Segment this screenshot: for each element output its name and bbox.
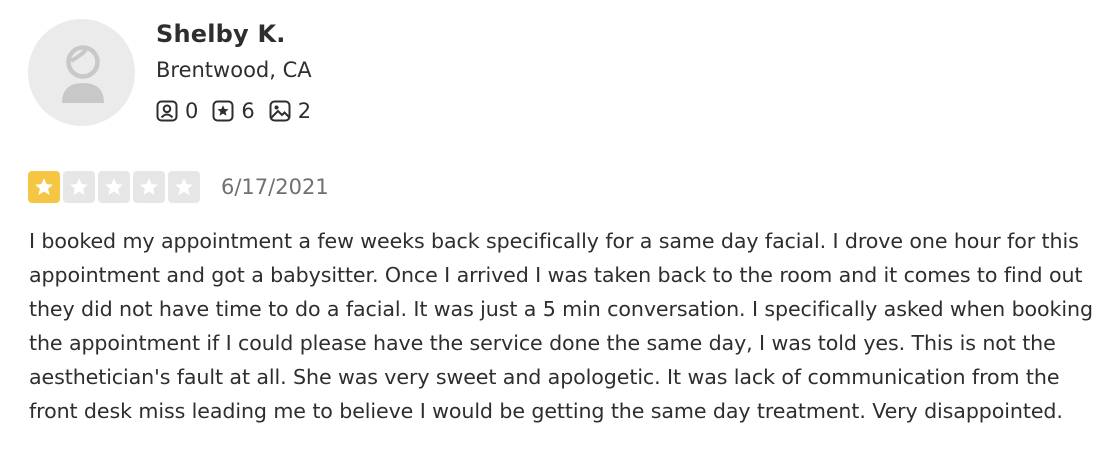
review-card: Shelby K. Brentwood, CA 0 6 2 6/17/2021 …: [0, 0, 1111, 463]
star-icon: [70, 178, 88, 195]
photos-count: 2: [297, 99, 312, 123]
rating-row: 6/17/2021: [28, 171, 329, 203]
avatar[interactable]: [28, 19, 135, 126]
reviews-count: 6: [241, 99, 255, 123]
reviewer-stats: 0 6 2: [156, 97, 325, 125]
star-icon: [140, 178, 158, 195]
photos-stat: 2: [269, 97, 311, 125]
reviews-stat: 6: [212, 97, 255, 125]
default-user-avatar-icon: [62, 45, 104, 103]
star-filled: [28, 171, 60, 203]
friends-count: 0: [185, 99, 199, 123]
star-icon: [175, 178, 193, 195]
reviewer-name[interactable]: Shelby K.: [156, 20, 286, 48]
review-date: 6/17/2021: [221, 175, 329, 199]
star-empty: [168, 171, 200, 203]
star-icon: [35, 178, 53, 195]
friends-icon: [156, 100, 178, 122]
star-icon: [105, 178, 123, 195]
star-empty: [98, 171, 130, 203]
star-empty: [133, 171, 165, 203]
star-rating: [28, 171, 203, 203]
review-text: I booked my appointment a few weeks back…: [29, 229, 1093, 423]
reviewer-location: Brentwood, CA: [156, 58, 312, 82]
reviews-icon: [212, 100, 234, 122]
star-empty: [63, 171, 95, 203]
friends-stat: 0: [156, 97, 198, 125]
photos-icon: [269, 100, 291, 122]
